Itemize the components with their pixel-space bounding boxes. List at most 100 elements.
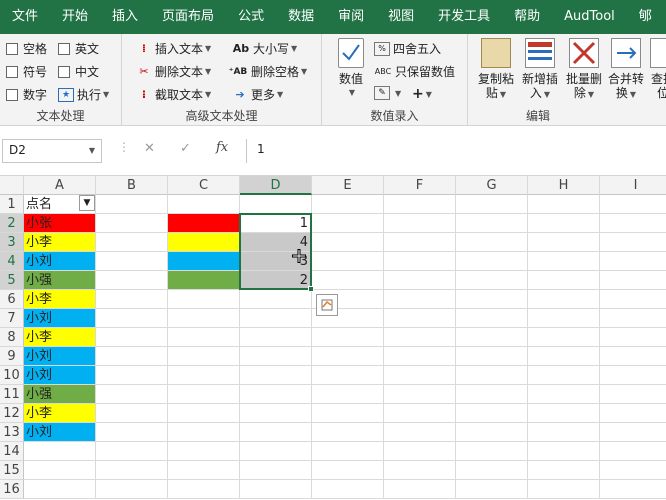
cell-c14[interactable]	[168, 442, 240, 461]
row-header[interactable]: 16	[0, 480, 24, 499]
cell-g7[interactable]	[456, 309, 528, 328]
cell-h15[interactable]	[528, 461, 600, 480]
cell-e4[interactable]	[312, 252, 384, 271]
column-header[interactable]: A	[24, 176, 96, 195]
column-header[interactable]: I	[600, 176, 666, 195]
cell-c3[interactable]	[168, 233, 240, 252]
tab-file[interactable]: 文件	[0, 0, 50, 34]
cell-c1[interactable]	[168, 195, 240, 214]
cell-e1[interactable]	[312, 195, 384, 214]
tab-page-layout[interactable]: 页面布局	[150, 0, 226, 34]
cell-b1[interactable]	[96, 195, 168, 214]
cell-d6[interactable]	[240, 290, 312, 309]
cell-i5[interactable]	[600, 271, 666, 290]
cell-i2[interactable]	[600, 214, 666, 233]
cell-g6[interactable]	[456, 290, 528, 309]
cell-d16[interactable]	[240, 480, 312, 499]
cell-g4[interactable]	[456, 252, 528, 271]
cell-h9[interactable]	[528, 347, 600, 366]
row-header[interactable]: 9	[0, 347, 24, 366]
row-header[interactable]: 4	[0, 252, 24, 271]
cell-d11[interactable]	[240, 385, 312, 404]
cell-e3[interactable]	[312, 233, 384, 252]
cell-i7[interactable]	[600, 309, 666, 328]
cell-i6[interactable]	[600, 290, 666, 309]
row-header[interactable]: 8	[0, 328, 24, 347]
execute-button[interactable]: ★ 执行 ▼	[58, 86, 109, 103]
column-header[interactable]: C	[168, 176, 240, 195]
cell-a13[interactable]: 小刘	[24, 423, 96, 442]
row-header[interactable]: 15	[0, 461, 24, 480]
cell-g2[interactable]	[456, 214, 528, 233]
cell-i12[interactable]	[600, 404, 666, 423]
cell-f8[interactable]	[384, 328, 456, 347]
cell-c2[interactable]	[168, 214, 240, 233]
column-header[interactable]: E	[312, 176, 384, 195]
row-header[interactable]: 5	[0, 271, 24, 290]
keep-value-button[interactable]: ABC 只保留数值	[374, 63, 455, 80]
cell-g10[interactable]	[456, 366, 528, 385]
find-locate-button[interactable]: 查找 位	[648, 38, 666, 100]
cell-h3[interactable]	[528, 233, 600, 252]
cell-g12[interactable]	[456, 404, 528, 423]
cell-a6[interactable]: 小李	[24, 290, 96, 309]
cell-e15[interactable]	[312, 461, 384, 480]
tab-insert[interactable]: 插入	[100, 0, 150, 34]
cell-h12[interactable]	[528, 404, 600, 423]
cell-c16[interactable]	[168, 480, 240, 499]
cell-f16[interactable]	[384, 480, 456, 499]
cell-d2[interactable]: 1	[240, 214, 312, 233]
cell-i4[interactable]	[600, 252, 666, 271]
cell-f4[interactable]	[384, 252, 456, 271]
cell-h11[interactable]	[528, 385, 600, 404]
cell-g15[interactable]	[456, 461, 528, 480]
row-header[interactable]: 14	[0, 442, 24, 461]
cell-g8[interactable]	[456, 328, 528, 347]
cancel-icon[interactable]: ✕	[144, 141, 155, 156]
row-header[interactable]: 7	[0, 309, 24, 328]
cell-a7[interactable]: 小刘	[24, 309, 96, 328]
tab-help[interactable]: 帮助	[502, 0, 552, 34]
checkbox-space[interactable]: 空格	[6, 40, 47, 57]
cell-f11[interactable]	[384, 385, 456, 404]
cell-g3[interactable]	[456, 233, 528, 252]
cell-i10[interactable]	[600, 366, 666, 385]
cell-b2[interactable]	[96, 214, 168, 233]
select-all-corner[interactable]	[0, 176, 24, 195]
cell-f14[interactable]	[384, 442, 456, 461]
cell-f3[interactable]	[384, 233, 456, 252]
cell-f10[interactable]	[384, 366, 456, 385]
cell-b6[interactable]	[96, 290, 168, 309]
cell-h6[interactable]	[528, 290, 600, 309]
cell-i13[interactable]	[600, 423, 666, 442]
cell-e10[interactable]	[312, 366, 384, 385]
cell-a16[interactable]	[24, 480, 96, 499]
confirm-icon[interactable]: ✓	[180, 141, 191, 156]
quick-analysis-button[interactable]	[316, 294, 338, 316]
cell-h2[interactable]	[528, 214, 600, 233]
cell-d14[interactable]	[240, 442, 312, 461]
cell-d8[interactable]	[240, 328, 312, 347]
insert-text-button[interactable]: ⁞ 插入文本 ▼	[136, 40, 211, 57]
cell-i16[interactable]	[600, 480, 666, 499]
cell-a14[interactable]	[24, 442, 96, 461]
cell-a11[interactable]: 小强	[24, 385, 96, 404]
cell-d9[interactable]	[240, 347, 312, 366]
delete-text-button[interactable]: ✂ 删除文本 ▼	[136, 63, 211, 80]
column-header[interactable]: G	[456, 176, 528, 195]
cell-a3[interactable]: 小李	[24, 233, 96, 252]
tab-review[interactable]: 审阅	[326, 0, 376, 34]
cell-h10[interactable]	[528, 366, 600, 385]
cell-a12[interactable]: 小李	[24, 404, 96, 423]
cell-b8[interactable]	[96, 328, 168, 347]
cell-d7[interactable]	[240, 309, 312, 328]
cell-e5[interactable]	[312, 271, 384, 290]
cell-h5[interactable]	[528, 271, 600, 290]
cell-f12[interactable]	[384, 404, 456, 423]
cell-e13[interactable]	[312, 423, 384, 442]
tab-view[interactable]: 视图	[376, 0, 426, 34]
tab-audtool[interactable]: AudTool	[552, 0, 627, 34]
cell-e12[interactable]	[312, 404, 384, 423]
cell-d15[interactable]	[240, 461, 312, 480]
cell-c11[interactable]	[168, 385, 240, 404]
